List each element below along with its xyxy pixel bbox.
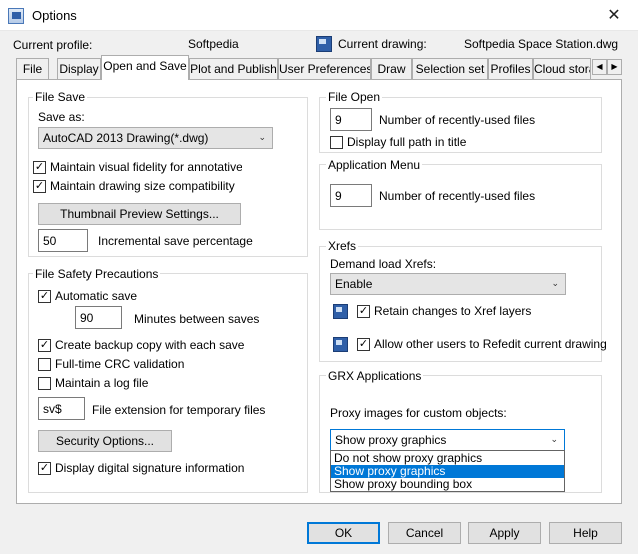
- thumbnail-preview-settings-button[interactable]: Thumbnail Preview Settings...: [38, 203, 241, 225]
- proxy-images-label: Proxy images for custom objects:: [330, 406, 507, 420]
- crc-validation-label: Full-time CRC validation: [55, 357, 185, 371]
- incremental-save-label: Incremental save percentage: [98, 234, 253, 248]
- file-safety-title: File Safety Precautions: [33, 267, 161, 281]
- maintain-size-checkbox[interactable]: ✓: [33, 180, 46, 193]
- chevron-down-icon: ⌄: [551, 278, 559, 288]
- digital-signature-checkbox[interactable]: ✓: [38, 462, 51, 475]
- maintain-fidelity-checkbox[interactable]: ✓: [33, 161, 46, 174]
- tab-draw[interactable]: Draw: [371, 58, 412, 79]
- chevron-down-icon: ⌄: [258, 132, 266, 142]
- full-path-label: Display full path in title: [347, 135, 467, 149]
- close-button[interactable]: ✕: [596, 2, 632, 29]
- minutes-between-saves-label: Minutes between saves: [134, 312, 260, 326]
- save-as-value: AutoCAD 2013 Drawing(*.dwg): [43, 131, 209, 145]
- proxy-images-dropdown[interactable]: Show proxy graphics ⌄: [330, 429, 565, 451]
- tab-scroll-left-button[interactable]: ◀: [592, 59, 607, 75]
- application-menu-title: Application Menu: [326, 158, 423, 172]
- minutes-between-saves-input[interactable]: 90: [75, 306, 122, 329]
- file-open-recent-files-input[interactable]: 9: [330, 108, 372, 131]
- incremental-save-input[interactable]: 50: [38, 229, 88, 252]
- chevron-down-icon: ⌄: [550, 434, 558, 444]
- proxy-option-bounding-box[interactable]: Show proxy bounding box: [331, 478, 564, 491]
- apply-button[interactable]: Apply: [468, 522, 541, 544]
- drawing-file-icon: [316, 36, 332, 52]
- xref-layers-icon: [333, 304, 348, 319]
- demand-load-label: Demand load Xrefs:: [330, 257, 437, 271]
- temp-file-extension-input[interactable]: sv$: [38, 397, 85, 420]
- automatic-save-label: Automatic save: [55, 289, 138, 303]
- demand-load-dropdown[interactable]: Enable ⌄: [330, 273, 566, 295]
- cancel-button[interactable]: Cancel: [388, 522, 461, 544]
- log-file-checkbox[interactable]: [38, 377, 51, 390]
- backup-copy-label: Create backup copy with each save: [55, 338, 245, 352]
- log-file-label: Maintain a log file: [55, 376, 149, 390]
- current-drawing-value: Softpedia Space Station.dwg: [464, 37, 619, 51]
- retain-changes-label: Retain changes to Xref layers: [374, 304, 532, 318]
- tab-scroll-right-button[interactable]: ▶: [607, 59, 622, 75]
- app-menu-recent-files-input[interactable]: 9: [330, 184, 372, 207]
- tab-profiles[interactable]: Profiles: [488, 58, 533, 79]
- current-profile-label: Current profile:: [13, 38, 93, 52]
- current-drawing-label: Current drawing:: [338, 37, 427, 51]
- save-as-dropdown[interactable]: AutoCAD 2013 Drawing(*.dwg) ⌄: [38, 127, 273, 149]
- tab-display[interactable]: Display: [57, 58, 101, 79]
- file-open-title: File Open: [326, 90, 383, 104]
- tab-user-preferences[interactable]: User Preferences: [278, 58, 371, 79]
- window-title: Options: [32, 8, 77, 23]
- security-options-button[interactable]: Security Options...: [38, 430, 172, 452]
- help-button[interactable]: Help: [549, 522, 622, 544]
- automatic-save-checkbox[interactable]: ✓: [38, 290, 51, 303]
- tab-open-and-save[interactable]: Open and Save: [101, 55, 189, 80]
- autocad-app-icon: [8, 8, 24, 24]
- temp-file-extension-label: File extension for temporary files: [92, 403, 266, 417]
- file-open-recent-files-label: Number of recently-used files: [379, 113, 536, 127]
- current-profile-value: Softpedia: [188, 37, 239, 51]
- allow-refedit-checkbox[interactable]: ✓: [357, 338, 370, 351]
- crc-validation-checkbox[interactable]: [38, 358, 51, 371]
- app-menu-recent-files-label: Number of recently-used files: [379, 189, 536, 203]
- proxy-images-value: Show proxy graphics: [335, 433, 447, 447]
- proxy-images-options-list: Do not show proxy graphics Show proxy gr…: [330, 450, 565, 492]
- file-save-title: File Save: [33, 90, 88, 104]
- ok-button[interactable]: OK: [307, 522, 380, 544]
- title-bar: Options ✕: [0, 0, 638, 31]
- tab-cloud-storage[interactable]: Cloud stora: [533, 58, 591, 79]
- digital-signature-label: Display digital signature information: [55, 461, 245, 475]
- tab-plot-and-publish[interactable]: Plot and Publish: [189, 58, 278, 79]
- tab-selection-set[interactable]: Selection set: [412, 58, 488, 79]
- refedit-icon: [333, 337, 348, 352]
- xrefs-title: Xrefs: [326, 239, 359, 253]
- tab-file[interactable]: File: [16, 58, 49, 79]
- full-path-checkbox[interactable]: [330, 136, 343, 149]
- backup-copy-checkbox[interactable]: ✓: [38, 339, 51, 352]
- maintain-size-label: Maintain drawing size compatibility: [50, 179, 235, 193]
- retain-changes-checkbox[interactable]: ✓: [357, 305, 370, 318]
- save-as-label: Save as:: [38, 110, 85, 124]
- maintain-fidelity-label: Maintain visual fidelity for annotative …: [50, 160, 242, 174]
- allow-refedit-label: Allow other users to Refedit current dra…: [374, 337, 607, 351]
- demand-load-value: Enable: [335, 277, 373, 291]
- grx-applications-title: GRX Applications: [326, 369, 424, 383]
